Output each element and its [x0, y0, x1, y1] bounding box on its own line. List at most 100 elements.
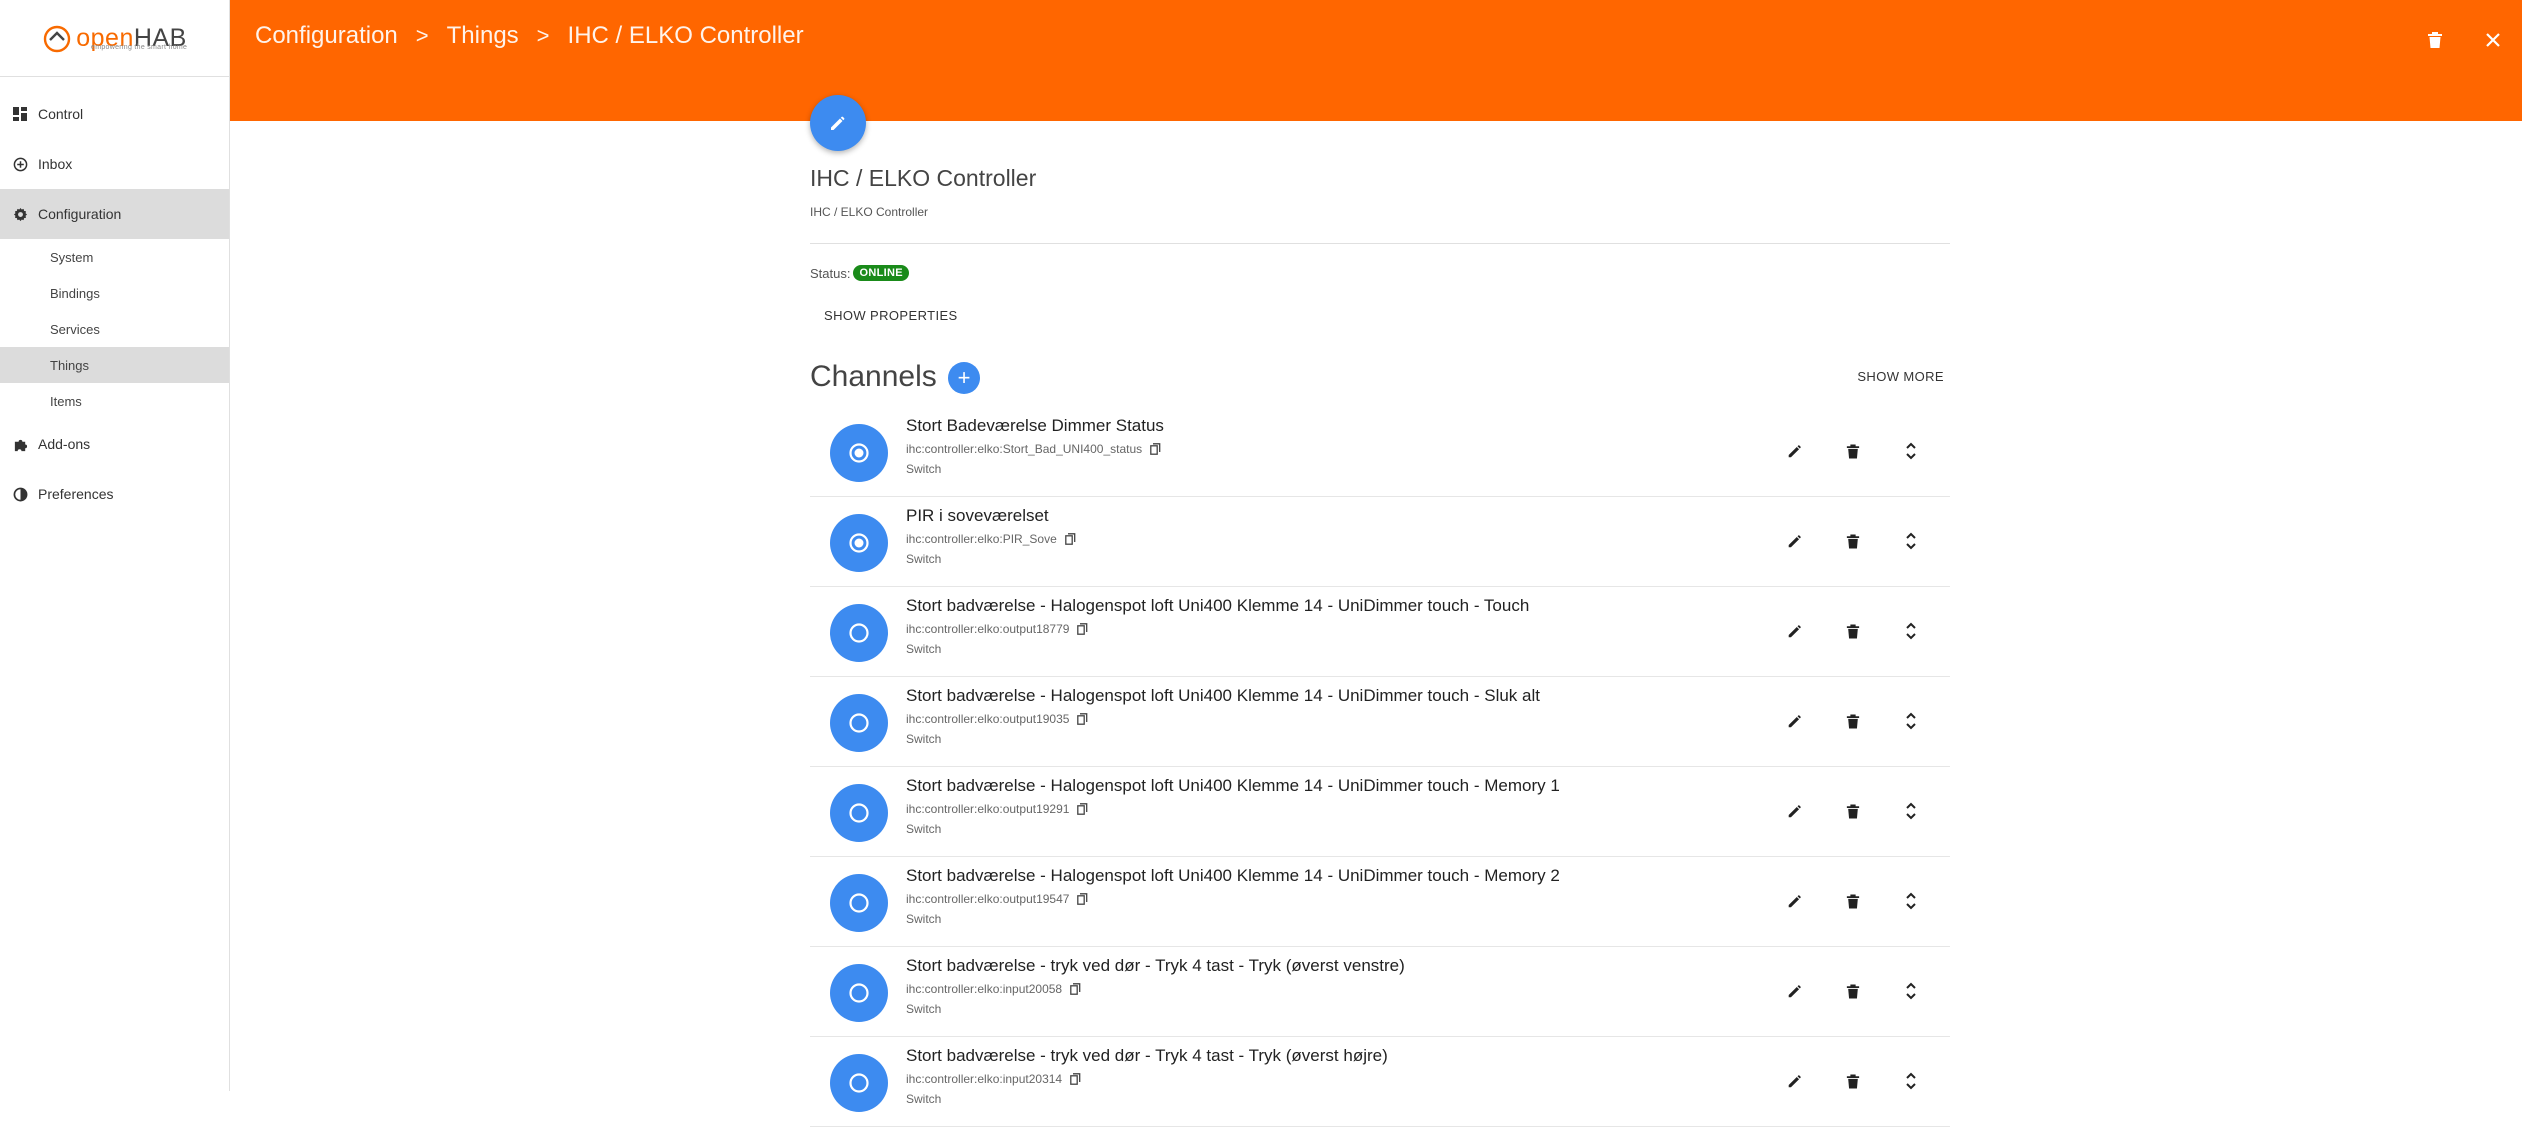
expand-channel-button[interactable] — [1882, 615, 1940, 647]
channel-item-type: Switch — [906, 462, 942, 476]
sidebar-subitem-system[interactable]: System — [0, 239, 229, 275]
expand-channel-button[interactable] — [1882, 525, 1940, 557]
expand-channel-button[interactable] — [1882, 435, 1940, 467]
close-button[interactable] — [2464, 22, 2522, 58]
edit-thing-button[interactable] — [810, 95, 866, 151]
sidebar-subitem-things[interactable]: Things — [0, 347, 229, 383]
delete-channel-button[interactable] — [1824, 615, 1882, 647]
channel-actions — [1766, 435, 1940, 467]
copy-icon[interactable] — [1064, 533, 1076, 545]
channel-title: Stort badværelse - Halogenspot loft Uni4… — [906, 686, 1540, 705]
channel-uid: ihc:controller:elko:input20058 — [906, 982, 1063, 996]
edit-channel-button[interactable] — [1766, 525, 1824, 557]
status-label: Status: — [810, 265, 851, 281]
channel-item-type: Switch — [906, 552, 942, 566]
channel-link-toggle[interactable] — [830, 604, 888, 662]
breadcrumb-things[interactable]: Things — [447, 22, 519, 50]
channel-actions — [1766, 525, 1940, 557]
expand-channel-button[interactable] — [1882, 885, 1940, 917]
expand-channel-button[interactable] — [1882, 975, 1940, 1007]
channel-uid-row: ihc:controller:elko:output19035 — [906, 712, 1088, 726]
channel-link-toggle[interactable] — [830, 874, 888, 932]
delete-thing-button[interactable] — [2406, 22, 2464, 58]
sidebar-item-inbox[interactable]: Inbox — [0, 139, 229, 189]
edit-channel-button[interactable] — [1766, 705, 1824, 737]
trash-icon — [1846, 624, 1860, 638]
top-header: Configuration > Things > IHC / ELKO Cont… — [230, 0, 2522, 121]
expand-channel-button[interactable] — [1882, 1065, 1940, 1097]
channel-item-type: Switch — [906, 1092, 942, 1106]
copy-icon[interactable] — [1077, 713, 1088, 725]
delete-channel-button[interactable] — [1824, 525, 1882, 557]
app-logo[interactable]: openHAB empowering the smart home — [0, 0, 229, 77]
edit-channel-button[interactable] — [1766, 885, 1824, 917]
copy-icon[interactable] — [1077, 803, 1088, 815]
edit-channel-button[interactable] — [1766, 795, 1824, 827]
puzzle-icon — [12, 436, 28, 452]
channel-row: PIR i soveværelset ihc:controller:elko:P… — [810, 497, 1950, 587]
trash-icon — [1846, 444, 1860, 458]
unfold-icon — [1906, 532, 1916, 550]
channel-link-toggle[interactable] — [830, 784, 888, 842]
sidebar-item-configuration[interactable]: Configuration — [0, 189, 229, 239]
edit-channel-button[interactable] — [1766, 435, 1824, 467]
sidebar-item-preferences[interactable]: Preferences — [0, 469, 229, 519]
sidebar-subitem-bindings[interactable]: Bindings — [0, 275, 229, 311]
edit-channel-button[interactable] — [1766, 615, 1824, 647]
channel-uid-row: ihc:controller:elko:PIR_Sove — [906, 532, 1076, 546]
pencil-icon — [1788, 805, 1801, 818]
sidebar-subitem-items[interactable]: Items — [0, 383, 229, 419]
inbox-icon — [12, 156, 28, 172]
channel-uid: ihc:controller:elko:output19291 — [906, 802, 1070, 816]
delete-channel-button[interactable] — [1824, 795, 1882, 827]
expand-channel-button[interactable] — [1882, 795, 1940, 827]
edit-channel-button[interactable] — [1766, 975, 1824, 1007]
trash-icon — [1846, 894, 1860, 908]
show-more-button[interactable]: SHOW MORE — [1857, 369, 1944, 384]
sidebar-item-addons[interactable]: Add-ons — [0, 419, 229, 469]
sidebar-subitem-services[interactable]: Services — [0, 311, 229, 347]
radio-icon — [849, 893, 869, 913]
radio-icon — [849, 713, 869, 733]
channel-link-toggle[interactable] — [830, 1054, 888, 1112]
sidebar-item-label: Add-ons — [38, 436, 91, 452]
delete-channel-button[interactable] — [1824, 975, 1882, 1007]
channel-link-toggle[interactable] — [830, 514, 888, 572]
copy-icon[interactable] — [1150, 443, 1161, 455]
add-channel-button[interactable]: + — [948, 362, 980, 394]
gear-icon — [12, 206, 28, 222]
copy-icon[interactable] — [1077, 623, 1088, 635]
divider — [810, 243, 1950, 244]
delete-channel-button[interactable] — [1824, 885, 1882, 917]
channel-item-type: Switch — [906, 642, 942, 656]
channel-row: Stort badværelse - Halogenspot loft Uni4… — [810, 677, 1950, 767]
delete-channel-button[interactable] — [1824, 1065, 1882, 1097]
contrast-icon — [12, 486, 28, 502]
breadcrumb-separator: > — [536, 23, 550, 48]
delete-channel-button[interactable] — [1824, 435, 1882, 467]
channel-link-toggle[interactable] — [830, 424, 888, 482]
channel-item-type: Switch — [906, 822, 942, 836]
channel-link-toggle[interactable] — [830, 964, 888, 1022]
edit-channel-button[interactable] — [1766, 1065, 1824, 1097]
pencil-icon — [1788, 625, 1801, 638]
channel-list: Stort Badeværelse Dimmer Status ihc:cont… — [810, 407, 1950, 1127]
channel-item-type: Switch — [906, 732, 942, 746]
breadcrumb-current: IHC / ELKO Controller — [567, 22, 804, 49]
channel-actions — [1766, 705, 1940, 737]
copy-icon[interactable] — [1070, 983, 1081, 995]
channel-actions — [1766, 795, 1940, 827]
unfold-icon — [1906, 892, 1916, 910]
copy-icon[interactable] — [1077, 893, 1088, 905]
channel-link-toggle[interactable] — [830, 694, 888, 752]
radio-icon — [849, 443, 869, 463]
delete-channel-button[interactable] — [1824, 705, 1882, 737]
channel-item-type: Switch — [906, 912, 942, 926]
expand-channel-button[interactable] — [1882, 705, 1940, 737]
channel-title: Stort Badeværelse Dimmer Status — [906, 416, 1164, 435]
sidebar-item-control[interactable]: Control — [0, 89, 229, 139]
copy-icon[interactable] — [1070, 1073, 1081, 1085]
breadcrumb-configuration[interactable]: Configuration — [255, 22, 398, 50]
show-properties-button[interactable]: SHOW PROPERTIES — [824, 308, 958, 323]
radio-icon — [849, 533, 869, 553]
